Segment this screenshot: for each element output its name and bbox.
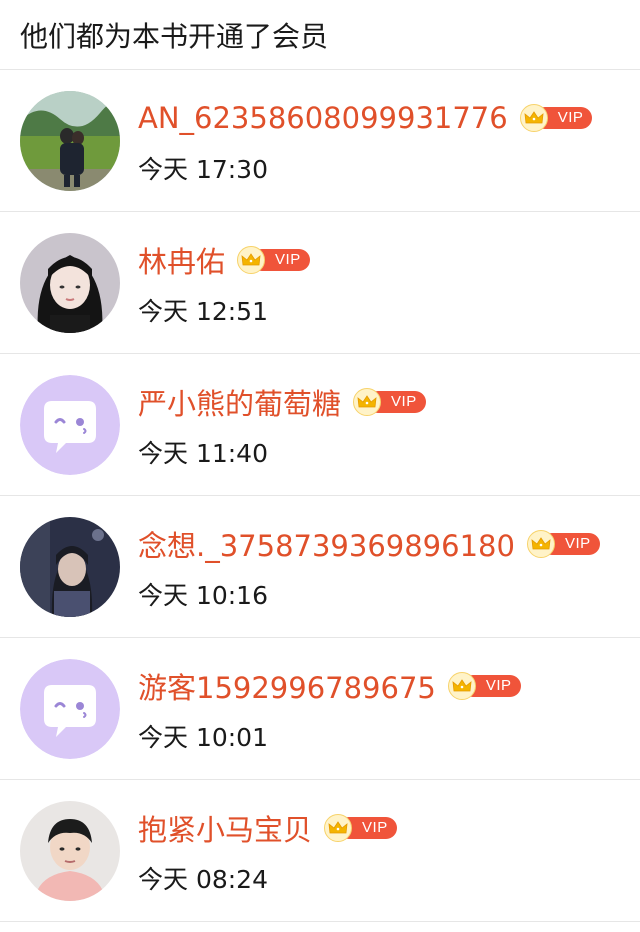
crown-icon [237, 245, 266, 274]
member-name[interactable]: 念想._3758739369896180 [138, 523, 515, 565]
avatar-photo-girl-dark-hair [20, 232, 120, 333]
crown-icon [353, 387, 382, 416]
avatar-photo-boy-pink [20, 800, 120, 901]
avatar-photo-couple-field [20, 90, 120, 191]
member-time: 今天 11:40 [138, 438, 268, 468]
vip-badge: VIP [237, 245, 310, 274]
avatar-photo-girl-night [20, 516, 120, 617]
member-time: 今天 17:30 [138, 154, 268, 184]
member-row[interactable]: 抱紧小马宝贝 VIP 今天 08:24 [0, 780, 640, 922]
member-time: 今天 08:24 [138, 864, 268, 894]
avatar[interactable] [20, 658, 120, 759]
section-title-text: 他们都为本书开通了会员 [20, 19, 329, 53]
crown-icon [519, 103, 548, 132]
avatar[interactable] [20, 90, 120, 191]
member-name[interactable]: 抱紧小马宝贝 [138, 807, 312, 849]
vip-badge: VIP [353, 387, 426, 416]
crown-icon [526, 529, 555, 558]
avatar[interactable] [20, 374, 120, 475]
member-list: AN_62358608099931776 VIP 今天 17:30 林冉佑 VI… [0, 70, 640, 922]
vip-badge: VIP [324, 813, 397, 842]
member-name[interactable]: 严小熊的葡萄糖 [138, 381, 341, 423]
member-name[interactable]: 游客1592996789675 [138, 665, 436, 707]
default-avatar-chat-icon [20, 374, 120, 475]
member-row[interactable]: 念想._3758739369896180 VIP 今天 10:16 [0, 496, 640, 638]
default-avatar-chat-icon [20, 658, 120, 759]
member-time: 今天 12:51 [138, 296, 268, 326]
avatar[interactable] [20, 232, 120, 333]
member-row[interactable]: 游客1592996789675 VIP 今天 10:01 [0, 638, 640, 780]
member-name[interactable]: 林冉佑 [138, 239, 225, 281]
member-row[interactable]: 严小熊的葡萄糖 VIP 今天 11:40 [0, 354, 640, 496]
member-row[interactable]: AN_62358608099931776 VIP 今天 17:30 [0, 70, 640, 212]
avatar[interactable] [20, 800, 120, 901]
avatar[interactable] [20, 516, 120, 617]
crown-icon [324, 813, 353, 842]
section-title: 他们都为本书开通了会员 [0, 0, 640, 70]
crown-icon [447, 671, 476, 700]
member-row[interactable]: 林冉佑 VIP 今天 12:51 [0, 212, 640, 354]
vip-badge: VIP [447, 671, 521, 700]
member-time: 今天 10:16 [138, 580, 268, 610]
member-name[interactable]: AN_62358608099931776 [138, 101, 508, 135]
vip-badge: VIP [519, 103, 593, 132]
member-time: 今天 10:01 [138, 722, 268, 752]
vip-badge: VIP [526, 529, 600, 558]
